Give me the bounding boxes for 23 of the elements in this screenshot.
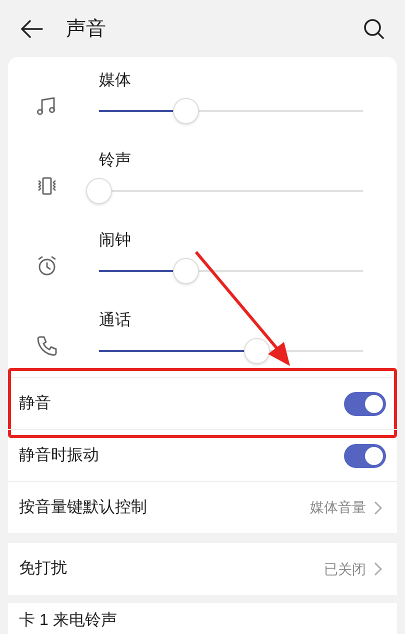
slider-thumb[interactable]: [244, 338, 270, 364]
setting-label: 卡 1 来电铃声: [19, 612, 117, 630]
page-title: 声音: [66, 16, 107, 42]
chevron-right-icon: [374, 500, 382, 514]
volume-label: 闹钟: [99, 231, 132, 251]
search-icon[interactable]: [363, 18, 385, 40]
slider-thumb[interactable]: [173, 258, 200, 284]
slider-thumb[interactable]: [173, 98, 200, 124]
toggle-switch[interactable]: [344, 392, 386, 416]
setting-value: 媒体音量: [310, 498, 366, 517]
setting-label: 按音量键默认控制: [19, 498, 148, 518]
slider-thumb[interactable]: [86, 178, 112, 204]
setting-value: 已关闭: [324, 560, 366, 578]
volume-label: 铃声: [99, 150, 132, 171]
setting-label: 静音: [19, 394, 52, 414]
setting-label: 免打扰: [19, 559, 68, 579]
toggle-switch[interactable]: [344, 444, 386, 468]
phone-icon: [35, 334, 59, 358]
chevron-right-icon: [374, 562, 382, 576]
volume-label: 媒体: [99, 71, 132, 91]
back-arrow-icon[interactable]: [20, 18, 44, 38]
volume-label: 通话: [99, 310, 132, 331]
setting-label: 静音时振动: [19, 446, 100, 466]
